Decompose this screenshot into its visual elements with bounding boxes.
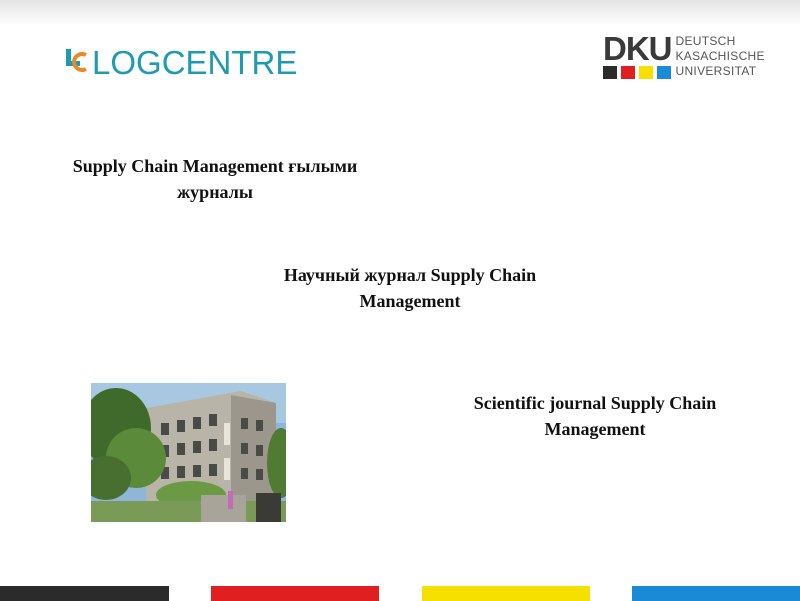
logcentre-logo: LOGCENTRE [64,40,297,84]
dku-line-3: UNIVERSITAT [675,64,757,78]
university-building-photo [91,383,286,522]
dku-line-1: DEUTSCH [675,34,736,48]
heading-russian-line-1: Научный журнал Supply Chain [283,265,537,285]
dku-square-blue [657,66,671,79]
footer-bar-black [0,586,169,601]
top-shade [0,0,800,26]
heading-english-line-1: Scientific journal Supply Chain [473,393,717,413]
logcentre-mark-icon [66,49,87,72]
logcentre-wordmark: LOGCENTRE [92,43,298,81]
dku-letters: DKU [603,30,672,67]
heading-russian-line-2: Management [359,291,461,311]
dku-logo: DKU DEUTSCH KASACHISCHE UNIVERSITAT [603,30,765,79]
heading-russian: Научный журнал Supply Chain Management [235,262,585,314]
heading-kazakh-line-2: журналы [177,182,253,202]
dku-square-red [621,66,635,79]
footer-bar-blue [632,586,800,601]
heading-kazakh-line-1: Supply Chain Management ғылыми [72,156,358,176]
heading-english: Scientific journal Supply Chain Manageme… [440,390,750,442]
dku-color-squares [603,66,672,79]
heading-english-line-2: Management [544,419,646,439]
dku-line-2: KASACHISCHE [675,49,765,63]
footer-bar-yellow [422,586,590,601]
footer-bar-red [211,586,379,601]
footer-color-bars [0,586,800,601]
dku-square-yellow [639,66,653,79]
dku-university-name: DEUTSCH KASACHISCHE UNIVERSITAT [676,34,765,79]
heading-kazakh: Supply Chain Management ғылыми журналы [40,153,390,205]
dku-square-black [603,66,617,79]
